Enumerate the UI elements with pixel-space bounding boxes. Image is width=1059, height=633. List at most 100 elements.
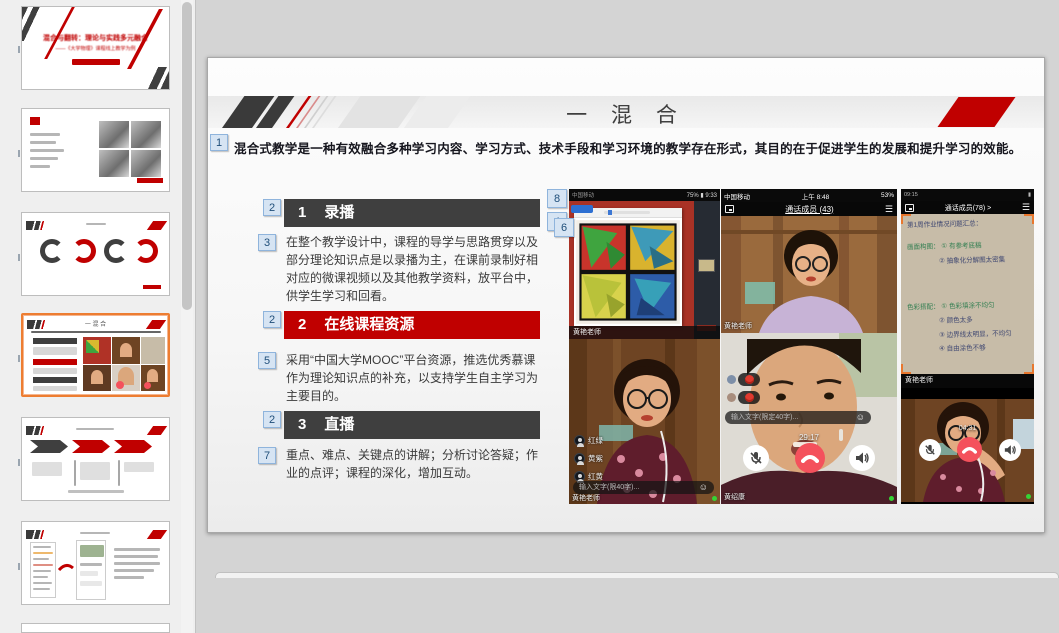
presentation-window: 1 ★ 混合与翻转：理论与实践多元融合 ——《大学物理》课程线上教学为例 2 ★…: [0, 0, 1059, 633]
callout-8[interactable]: 8: [547, 189, 567, 208]
phone-screenshot-1[interactable]: 中国移动 75% ▮ 9:33: [569, 189, 720, 504]
slide-thumbnail-3[interactable]: [21, 212, 170, 296]
phone-screenshot-group: 中国移动 75% ▮ 9:33: [569, 189, 1034, 504]
clock-label: 09:15: [904, 192, 918, 198]
slide-canvas[interactable]: 一 混 合 1 混合式教学是一种有效融合多种学习内容、学习方式、技术手段和学习环…: [207, 57, 1045, 533]
screen-share-video: 黄艳老师: [569, 201, 720, 339]
clock-label: 上午 8:48: [802, 191, 829, 201]
call-timer: 29:17: [721, 433, 897, 442]
student-video-boy: 输入文字(限定40字)... ☺ 29:17: [721, 333, 897, 504]
callout-2c[interactable]: 2: [263, 411, 281, 428]
slide-thumbnail-6[interactable]: [21, 521, 170, 605]
participant-name-label: 黄艳老师: [572, 493, 600, 503]
scrollbar-thumb[interactable]: [182, 2, 192, 310]
participant-name-label: 黄艳老师: [569, 326, 720, 339]
notes-line: ③ 边界线太明显，不均匀: [939, 327, 1012, 339]
sidebar-scrollbar[interactable]: [181, 0, 193, 633]
mute-microphone-button[interactable]: [919, 439, 941, 461]
phone2-title-bar: 通话成员 (43) ☰: [721, 202, 897, 216]
chat-name: 红绿: [588, 435, 603, 446]
slide-title-band: 一 混 合: [208, 96, 1044, 128]
callout-1[interactable]: 1: [210, 134, 228, 151]
menu-icon[interactable]: ☰: [885, 204, 893, 215]
phone2-status-bar: 中国移动 上午 8:48 53%: [721, 189, 897, 202]
slide-thumbnail-panel: 1 ★ 混合与翻转：理论与实践多元融合 ——《大学物理》课程线上教学为例 2 ★…: [0, 0, 196, 633]
chat-input-placeholder: 输入文字(限定40字)...: [731, 411, 798, 424]
teacher-video-purple: 黄艳老师: [721, 216, 897, 333]
participant-name-label: 黄绍康: [724, 492, 745, 502]
phone3-status-bar: 09:15 ▮: [901, 189, 1034, 201]
section-body-live[interactable]: 重点、难点、关键点的讲解；分析讨论答疑；作业的点评；课程的深化，增加互动。: [286, 446, 546, 482]
carrier-label: 中国移动: [724, 191, 750, 201]
battery-time-label: 75% ▮ 9:33: [687, 192, 717, 199]
slide-thumbnail-2[interactable]: [21, 108, 170, 192]
slide-thumbnail-4-selected[interactable]: 一 混 合: [21, 313, 170, 397]
phone-screenshot-3[interactable]: 09:15 ▮ 通话成员(78) > ☰ 第1周作业情况问题汇总： 画面构图： …: [901, 189, 1034, 504]
notes-line: ② 抽象化分解图太密集: [939, 253, 1005, 265]
picture-in-picture-icon[interactable]: [725, 205, 734, 213]
speaker-button[interactable]: [999, 439, 1021, 461]
callout-2a[interactable]: 2: [263, 199, 281, 216]
section-body-recorded[interactable]: 在整个教学设计中，课程的导学与思路贯穿以及部分理论知识点是以录播为主，在课前录制…: [286, 233, 546, 305]
menu-icon[interactable]: ☰: [1022, 202, 1030, 213]
intro-text[interactable]: 混合式教学是一种有效融合多种学习内容、学习方式、技术手段和学习环境的教学存在形式…: [234, 138, 1038, 157]
editing-canvas: 一 混 合 1 混合式教学是一种有效融合多种学习内容、学习方式、技术手段和学习环…: [196, 0, 1059, 633]
chat-name: 黄紫: [588, 453, 603, 464]
chat-avatar: [574, 435, 585, 446]
participant-name-label: 黄艳老师: [724, 321, 752, 331]
emoji-reaction: [727, 373, 760, 386]
emoji-icon[interactable]: ☺: [699, 481, 708, 494]
carrier-label: 中国移动: [572, 191, 594, 199]
call-members-title[interactable]: 通话成员(78) >: [914, 203, 1022, 213]
slide-thumbnail-5[interactable]: [21, 417, 170, 501]
notes-line: 画面构图： ① 有参考底稿: [907, 239, 982, 251]
chat-message-row: 红绿: [574, 435, 603, 446]
phone1-status-bar: 中国移动 75% ▮ 9:33: [569, 189, 720, 201]
geometric-artwork-image: [574, 218, 682, 326]
phone-screenshot-2[interactable]: 中国移动 上午 8:48 53% 通话成员 (43) ☰: [721, 189, 897, 504]
picture-in-picture-icon[interactable]: [905, 204, 914, 212]
notes-pane-edge[interactable]: [215, 572, 1059, 578]
callout-3[interactable]: 3: [258, 234, 276, 251]
purple-teacher-scene: [721, 216, 897, 333]
notes-line: ② 颜色太多: [939, 314, 973, 325]
battery-icon: ▮: [1028, 192, 1031, 198]
chat-input[interactable]: 输入文字(限定40字)... ☺: [725, 411, 871, 424]
deck-subtitle: ——《大学物理》课程线上教学为例: [22, 45, 169, 52]
section-header-online-resources[interactable]: 2在线课程资源: [284, 311, 540, 339]
online-indicator: [712, 496, 717, 501]
deck-title: 混合与翻转：理论与实践多元融合: [22, 33, 169, 43]
online-indicator: [1026, 494, 1031, 499]
call-members-title[interactable]: 通话成员 (43): [734, 204, 885, 215]
notes-line: 第1周作业情况问题汇总：: [907, 217, 982, 229]
call-timer: 04:31: [901, 425, 1034, 432]
teacher-video-floral: 红绿 黄紫 红黄 输入文字(限40字)... ☺ 黄艳老师: [569, 339, 720, 504]
emoji-reaction: [727, 391, 760, 404]
hang-up-button[interactable]: [795, 443, 825, 473]
section-header-recorded[interactable]: 1录播: [284, 199, 540, 227]
speaker-button[interactable]: [849, 445, 875, 471]
chat-message-row: 黄紫: [574, 453, 603, 464]
shared-artwork-window: [574, 208, 682, 326]
notes-line: ④ 自由涂色不够: [939, 341, 986, 352]
notes-line: 色彩搭配： ① 色彩填涂不均匀: [907, 299, 995, 311]
section-body-online-resources[interactable]: 采用“中国大学MOOC”平台资源，推选优秀慕课作为理论知识点的补充，以支持学生自…: [286, 351, 546, 405]
slide-title: 一 混 合: [208, 99, 1044, 129]
callout-6[interactable]: 6: [554, 218, 574, 237]
online-indicator: [889, 496, 894, 501]
mute-microphone-button[interactable]: [743, 445, 769, 471]
handwritten-notes-video: 第1周作业情况问题汇总： 画面构图： ① 有参考底稿 ② 抽象化分解图太密集 色…: [901, 214, 1034, 374]
callout-2b[interactable]: 2: [263, 311, 281, 328]
phone3-title-bar: 通话成员(78) > ☰: [901, 201, 1034, 214]
slide-thumbnail-1[interactable]: 混合与翻转：理论与实践多元融合 ——《大学物理》课程线上教学为例: [21, 6, 170, 90]
thumb2-image-grid: [99, 121, 161, 177]
callout-7[interactable]: 7: [258, 447, 276, 464]
participant-name-label: 黄艳老师: [901, 374, 1034, 388]
emoji-icon[interactable]: ☺: [856, 411, 865, 424]
chat-avatar: [574, 453, 585, 464]
slide-thumbnail-7-partial[interactable]: [21, 623, 170, 633]
section-header-live[interactable]: 3直播: [284, 411, 540, 439]
battery-label: 53%: [881, 192, 894, 199]
hang-up-button[interactable]: [957, 437, 982, 462]
callout-5[interactable]: 5: [258, 352, 276, 369]
